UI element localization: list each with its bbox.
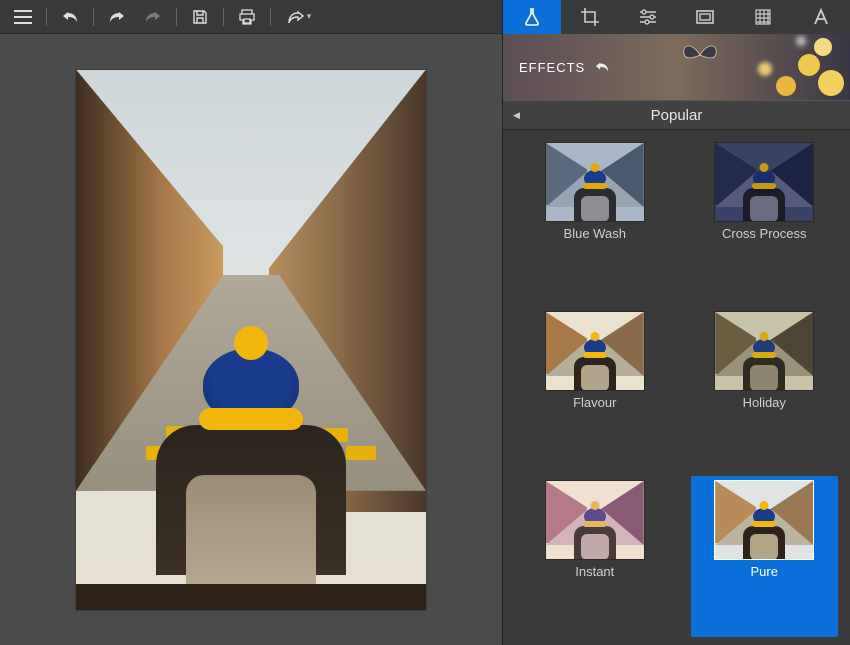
effect-cross-process[interactable]: Cross Process	[691, 138, 839, 299]
category-label: Popular	[651, 107, 703, 124]
effect-label: Flavour	[573, 395, 616, 410]
effect-thumbnail	[545, 480, 645, 560]
tab-texture[interactable]	[734, 0, 792, 34]
effect-thumbnail	[545, 311, 645, 391]
effect-thumbnail	[714, 311, 814, 391]
banner-decoration	[670, 34, 850, 100]
effect-thumbnail	[714, 142, 814, 222]
separator	[176, 8, 177, 26]
separator	[46, 8, 47, 26]
effect-label: Cross Process	[722, 226, 807, 241]
effects-banner: EFFECTS	[503, 34, 850, 100]
tab-frame[interactable]	[676, 0, 734, 34]
separator	[270, 8, 271, 26]
effect-thumbnail	[714, 480, 814, 560]
redo-step-icon	[143, 9, 163, 25]
effect-flavour[interactable]: Flavour	[521, 307, 669, 468]
print-button[interactable]	[230, 3, 264, 31]
redo-step-button[interactable]	[136, 3, 170, 31]
print-icon	[238, 9, 256, 25]
tab-crop[interactable]	[561, 0, 619, 34]
save-button[interactable]	[183, 3, 217, 31]
frame-icon	[695, 7, 715, 27]
save-icon	[192, 9, 208, 25]
undo-button[interactable]	[53, 3, 87, 31]
panel-title: EFFECTS	[519, 60, 585, 75]
collapse-icon: ◀	[513, 110, 520, 121]
side-panel: EFFECTS ◀ Popular	[502, 0, 850, 645]
main-photo	[76, 70, 426, 610]
tab-text[interactable]	[792, 0, 850, 34]
undo-icon	[60, 9, 80, 25]
crop-icon	[580, 7, 600, 27]
effect-label: Blue Wash	[564, 226, 626, 241]
flask-icon	[522, 7, 542, 27]
editor-pane: ▾	[0, 0, 502, 645]
sliders-icon	[638, 7, 658, 27]
separator	[223, 8, 224, 26]
texture-icon	[753, 7, 773, 27]
redo-button[interactable]	[100, 3, 134, 31]
canvas-area[interactable]	[0, 34, 502, 645]
tab-adjust[interactable]	[619, 0, 677, 34]
reset-effects-icon[interactable]	[593, 60, 611, 74]
panel-body: Blue Wash Cross Process Flavour	[503, 130, 850, 645]
effect-pure[interactable]: Pure	[691, 476, 839, 637]
tool-tabs	[503, 0, 850, 34]
effect-thumbnail	[545, 142, 645, 222]
app-root: ▾	[0, 0, 850, 645]
redo-icon	[107, 9, 127, 25]
effect-instant[interactable]: Instant	[521, 476, 669, 637]
effects-grid[interactable]: Blue Wash Cross Process Flavour	[503, 130, 850, 645]
main-toolbar: ▾	[0, 0, 502, 34]
share-icon	[287, 9, 305, 25]
share-button[interactable]: ▾	[277, 3, 321, 31]
chevron-down-icon: ▾	[307, 11, 312, 22]
effect-label: Instant	[575, 564, 614, 579]
separator	[93, 8, 94, 26]
menu-button[interactable]	[6, 3, 40, 31]
effect-holiday[interactable]: Holiday	[691, 307, 839, 468]
category-bar[interactable]: ◀ Popular	[503, 100, 850, 130]
effect-label: Pure	[751, 564, 778, 579]
text-icon	[811, 7, 831, 27]
menu-icon	[14, 10, 32, 24]
tab-effects[interactable]	[503, 0, 561, 34]
effect-blue-wash[interactable]: Blue Wash	[521, 138, 669, 299]
effect-label: Holiday	[743, 395, 786, 410]
butterfly-icon	[680, 40, 720, 70]
